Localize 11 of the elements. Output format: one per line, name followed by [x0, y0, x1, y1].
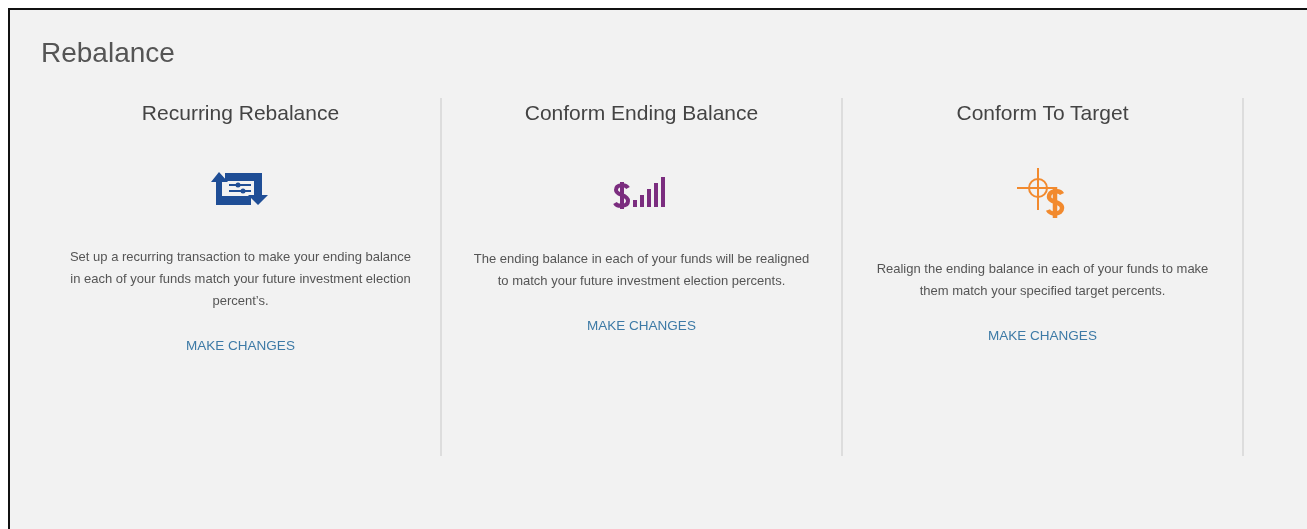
- make-changes-link[interactable]: MAKE CHANGES: [186, 338, 295, 353]
- make-changes-link[interactable]: MAKE CHANGES: [988, 328, 1097, 343]
- option-title: Conform To Target: [956, 100, 1129, 126]
- make-changes-link[interactable]: MAKE CHANGES: [587, 318, 696, 333]
- option-description: The ending balance in each of your funds will be realigned to match your future investment election percents.: [472, 250, 811, 290]
- option-title: Recurring Rebalance: [141, 100, 340, 126]
- option-description: Set up a recurring transaction to make your ending balance in each of your funds match your future investment election percent’s.: [68, 248, 413, 310]
- option-description: Realign the ending balance in each of your funds to make them match your specified target percents.: [875, 260, 1210, 300]
- page-title: Rebalance: [41, 36, 175, 70]
- option-title: Conform Ending Balance: [524, 100, 759, 126]
- sync-sliders-icon: [210, 172, 271, 208]
